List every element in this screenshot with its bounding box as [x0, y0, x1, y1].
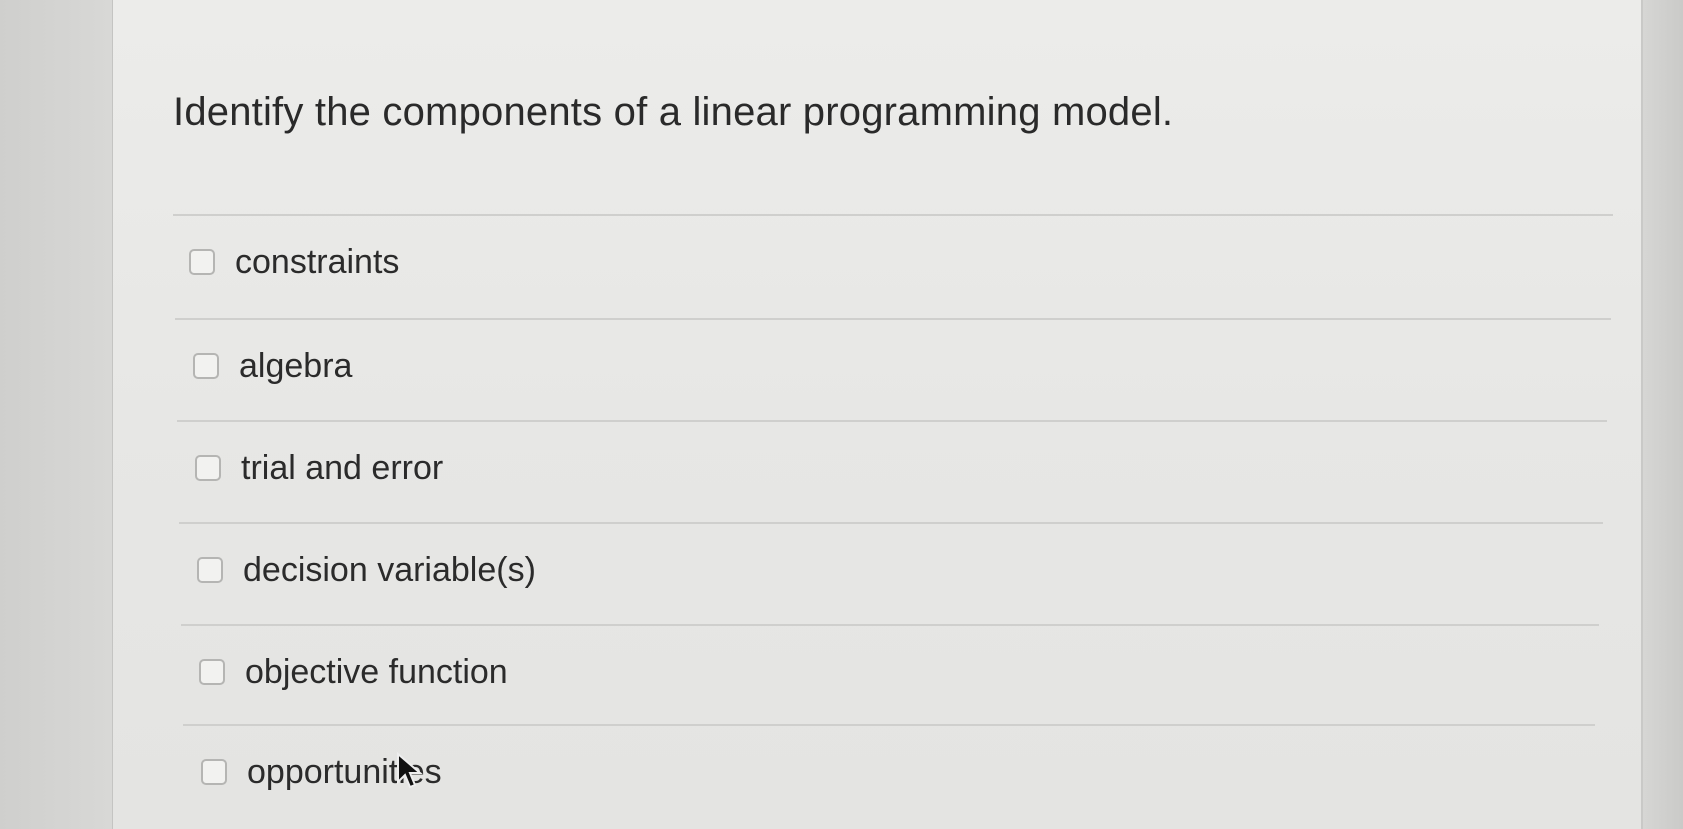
option-label: trial and error [241, 448, 444, 487]
divider [183, 724, 1595, 726]
divider [181, 624, 1599, 626]
option-label: decision variable(s) [243, 550, 536, 589]
checkbox-opportunities[interactable] [201, 759, 227, 785]
option-decision-variables[interactable]: decision variable(s) [197, 548, 536, 592]
mouse-pointer-icon [397, 752, 423, 789]
option-algebra[interactable]: algebra [193, 344, 352, 388]
checkbox-trial-and-error[interactable] [195, 455, 221, 481]
divider [175, 318, 1611, 320]
checkbox-objective-function[interactable] [199, 659, 225, 685]
right-margin [1643, 0, 1683, 829]
option-label: constraints [235, 242, 400, 281]
checkbox-algebra[interactable] [193, 353, 219, 379]
option-label: algebra [239, 346, 353, 385]
left-margin [0, 0, 112, 829]
option-constraints[interactable]: constraints [189, 240, 399, 284]
question-panel: Identify the components of a linear prog… [112, 0, 1643, 829]
divider [179, 522, 1603, 524]
option-objective-function[interactable]: objective function [199, 650, 508, 694]
question-text: Identify the components of a linear prog… [173, 90, 1174, 134]
option-trial-and-error[interactable]: trial and error [195, 446, 443, 490]
divider [177, 420, 1607, 422]
divider [173, 214, 1613, 216]
checkbox-decision-variables[interactable] [197, 557, 223, 583]
checkbox-constraints[interactable] [189, 249, 215, 275]
option-label: objective function [245, 652, 508, 691]
